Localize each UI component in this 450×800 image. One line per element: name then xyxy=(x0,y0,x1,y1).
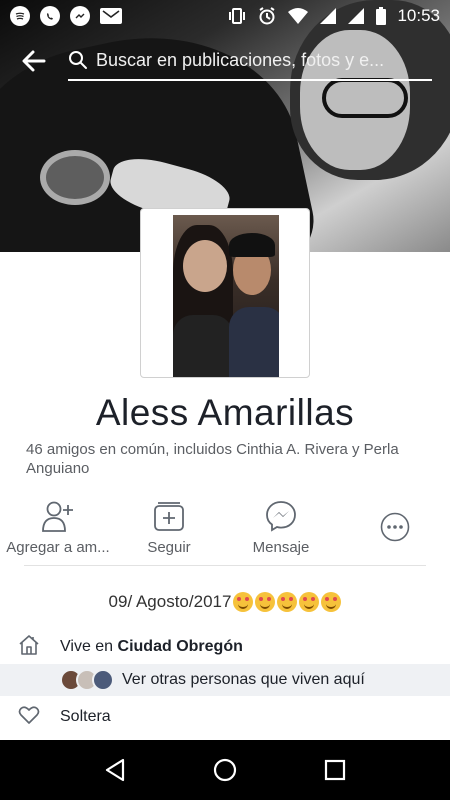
add-friend-label: Agregar a am... xyxy=(6,539,110,556)
wifi-icon xyxy=(288,8,309,24)
cover-shape xyxy=(40,150,110,205)
system-icons: 10:53 xyxy=(227,6,440,26)
status-bar: 10:53 xyxy=(0,0,450,32)
avatar xyxy=(92,669,114,691)
more-options-icon xyxy=(380,512,410,542)
smiling-face-emoji-icon xyxy=(255,592,276,612)
see-others-row[interactable]: Ver otras personas que viven aquí xyxy=(0,664,450,696)
avatar-group xyxy=(60,669,114,691)
follow-label: Seguir xyxy=(147,539,191,556)
photo-shape xyxy=(229,307,279,377)
smiling-face-emoji-icon xyxy=(277,592,298,612)
relationship-status: Soltera xyxy=(60,708,111,725)
alarm-icon xyxy=(259,7,276,25)
bio: 09/ Agosto/2017 xyxy=(0,592,450,612)
photo-shape xyxy=(173,315,233,377)
info-lives-in[interactable]: Vive en Ciudad Obregón xyxy=(0,632,450,662)
profile-name: Aless Amarillas xyxy=(95,392,355,433)
section-divider xyxy=(24,565,426,566)
heart-icon xyxy=(18,705,48,730)
whatsapp-icon xyxy=(40,6,60,26)
spotify-icon xyxy=(10,6,30,26)
navigation-bar xyxy=(0,740,450,800)
notification-icons xyxy=(10,6,122,26)
photo-shape xyxy=(229,233,275,257)
vibrate-icon xyxy=(229,8,246,24)
search-icon xyxy=(69,51,87,69)
battery-icon xyxy=(376,7,387,25)
home-nav-icon[interactable] xyxy=(213,758,237,782)
see-others-text: Ver otras personas que viven aquí xyxy=(122,671,365,688)
cover-shape xyxy=(322,78,408,118)
bio-text: 09/ Agosto/2017 xyxy=(108,592,232,611)
search-placeholder: Buscar en publicaciones, fotos y e... xyxy=(96,49,385,70)
gmail-icon xyxy=(100,8,122,24)
smiling-face-emoji-icon xyxy=(321,592,342,612)
recents-nav-icon[interactable] xyxy=(324,759,346,781)
signal-icon xyxy=(320,8,337,24)
more-button[interactable] xyxy=(340,497,450,557)
top-bar: Buscar en publicaciones, fotos y e... xyxy=(0,38,450,84)
home-icon xyxy=(18,634,48,661)
profile-picture[interactable] xyxy=(140,208,310,378)
messenger-icon xyxy=(70,6,90,26)
back-button[interactable] xyxy=(12,39,56,83)
mutual-friends-text[interactable]: 46 amigos en común, incluidos Cinthia A.… xyxy=(26,440,426,478)
message-label: Mensaje xyxy=(252,539,310,556)
profile-photo-image xyxy=(173,215,279,377)
lives-in-prefix: Vive en xyxy=(60,638,118,655)
smiling-face-emoji-icon xyxy=(233,592,254,612)
add-friend-icon xyxy=(42,501,73,532)
profile-actions: Agregar a am... Seguir Mensaje xyxy=(0,497,450,565)
lives-in-text: Vive en Ciudad Obregón xyxy=(60,638,243,656)
photo-shape xyxy=(183,240,227,292)
signal-icon xyxy=(348,8,365,24)
message-button[interactable]: Mensaje xyxy=(228,497,334,556)
info-relationship: Soltera xyxy=(0,702,450,732)
messenger-icon xyxy=(266,501,296,532)
arrow-left-icon xyxy=(22,50,46,72)
follow-icon xyxy=(154,502,184,531)
follow-button[interactable]: Seguir xyxy=(116,497,222,556)
back-nav-icon[interactable] xyxy=(104,758,126,782)
smiling-face-emoji-icon xyxy=(299,592,320,612)
add-friend-button[interactable]: Agregar a am... xyxy=(0,497,116,556)
clock: 10:53 xyxy=(397,6,440,25)
search-bar[interactable]: Buscar en publicaciones, fotos y e... xyxy=(68,41,432,81)
lives-in-city[interactable]: Ciudad Obregón xyxy=(118,638,243,655)
